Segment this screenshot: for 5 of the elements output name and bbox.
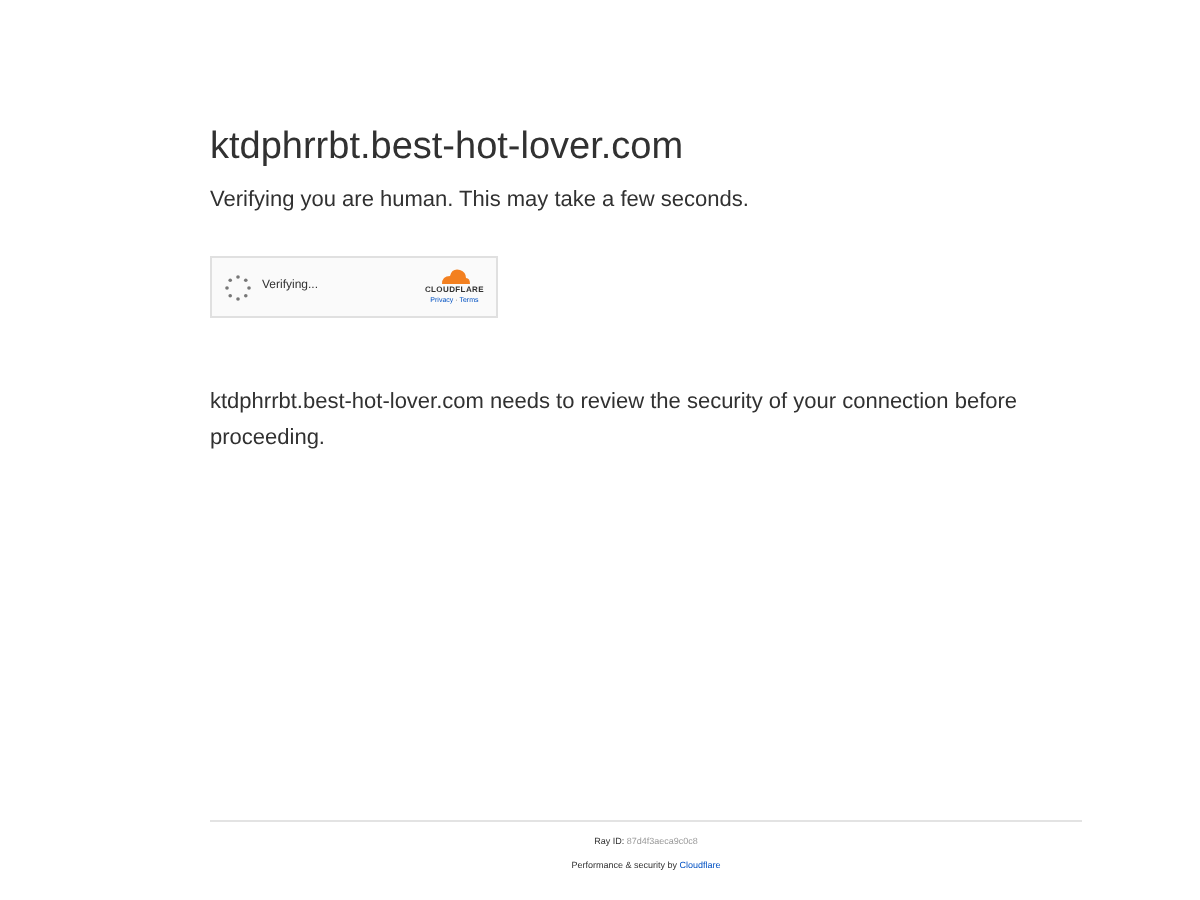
page-heading: ktdphrrbt.best-hot-lover.com: [210, 124, 686, 172]
cloud-logo-icon: [438, 268, 471, 285]
security-message: ktdphrrbt.best-hot-lover.com needs to review the security of your connection before proceeding.: [210, 388, 1020, 454]
subtitle-text: Verifying you are human. This may take a few seconds.: [210, 185, 751, 216]
spinner-icon: [224, 273, 252, 302]
